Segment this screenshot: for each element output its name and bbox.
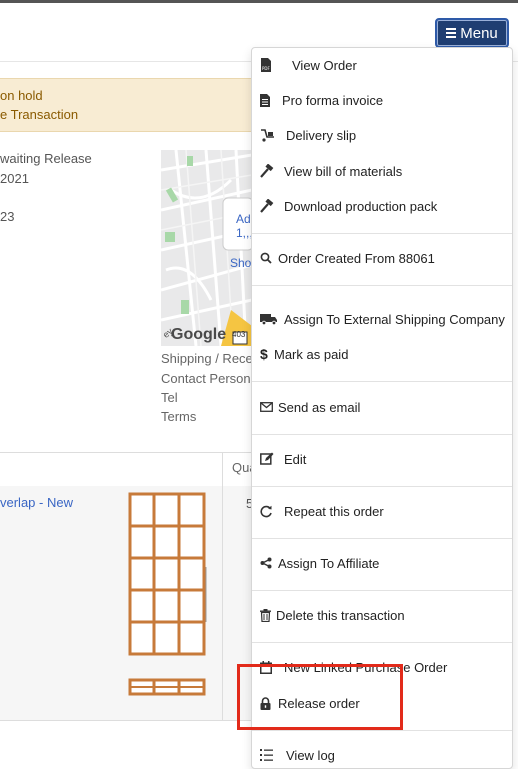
shipping-label: Shipping / Rece bbox=[161, 351, 253, 366]
menu-item-delivery-slip[interactable]: Delivery slip bbox=[260, 122, 512, 148]
menu-item-send-email[interactable]: Send as email bbox=[260, 394, 512, 420]
document-icon bbox=[260, 92, 278, 108]
menu-item-bill-of-materials[interactable]: View bill of materials bbox=[260, 158, 512, 184]
menu-button[interactable]: Menu bbox=[435, 18, 509, 48]
hammer-icon bbox=[260, 198, 278, 214]
menu-divider bbox=[252, 233, 512, 234]
hamburger-icon bbox=[446, 28, 457, 38]
trash-icon bbox=[260, 607, 272, 623]
actions-dropdown: PDF View Order Pro forma invoice Deliver… bbox=[251, 47, 513, 769]
menu-divider bbox=[252, 538, 512, 539]
menu-divider bbox=[252, 590, 512, 591]
dollar-icon: $ bbox=[260, 346, 268, 362]
menu-divider bbox=[252, 434, 512, 435]
menu-item-view-log[interactable]: View log bbox=[260, 742, 512, 768]
tel-label: Tel bbox=[161, 390, 178, 405]
terms-label: Terms bbox=[161, 409, 197, 424]
envelope-icon bbox=[260, 399, 274, 415]
map-label-sho: Sho bbox=[230, 256, 252, 270]
menu-divider bbox=[252, 486, 512, 487]
menu-divider bbox=[252, 285, 512, 286]
status-alert: on hold e Transaction bbox=[0, 78, 252, 132]
menu-button-label: Menu bbox=[460, 24, 498, 42]
repeat-icon bbox=[260, 503, 278, 519]
pdf-file-icon: PDF bbox=[260, 57, 278, 73]
delivery-icon bbox=[260, 127, 278, 143]
search-icon bbox=[260, 250, 274, 266]
map-label-ad: Ad bbox=[236, 212, 251, 226]
hammer-icon bbox=[260, 163, 278, 179]
menu-item-assign-affiliate[interactable]: Assign To Affiliate bbox=[260, 550, 512, 576]
product-image-small bbox=[128, 678, 206, 696]
order-year: 2021 bbox=[0, 171, 29, 186]
map-label-1: 1,,, bbox=[236, 226, 252, 240]
menu-item-label: Repeat this order bbox=[284, 503, 384, 519]
menu-item-view-order[interactable]: PDF View Order bbox=[260, 52, 512, 78]
menu-item-label: View Order bbox=[292, 57, 357, 73]
menu-item-repeat-order[interactable]: Repeat this order bbox=[260, 498, 512, 524]
menu-item-label: Delete this transaction bbox=[276, 607, 405, 623]
truck-icon bbox=[260, 311, 280, 327]
menu-item-order-created-from[interactable]: Order Created From 88061 bbox=[260, 245, 512, 271]
menu-item-delete-transaction[interactable]: Delete this transaction bbox=[260, 602, 512, 628]
google-logo: Google bbox=[171, 326, 227, 343]
menu-item-label: Download production pack bbox=[284, 198, 438, 214]
menu-item-label: View log bbox=[286, 747, 335, 763]
table-header bbox=[0, 452, 252, 488]
menu-item-assign-shipping[interactable]: Assign To External Shipping Company bbox=[260, 306, 512, 332]
product-image bbox=[128, 492, 207, 656]
menu-item-label: Order Created From 88061 bbox=[278, 250, 435, 266]
menu-item-label: Assign To External Shipping Company bbox=[284, 311, 505, 327]
menu-item-label: Mark as paid bbox=[274, 346, 349, 362]
menu-item-mark-as-paid[interactable]: $ Mark as paid bbox=[260, 341, 512, 367]
menu-divider bbox=[252, 730, 512, 731]
menu-item-label: View bill of materials bbox=[284, 163, 403, 179]
share-icon bbox=[260, 555, 274, 571]
order-status: waiting Release bbox=[0, 151, 92, 166]
order-number: 23 bbox=[0, 209, 15, 224]
menu-divider bbox=[252, 642, 512, 643]
list-icon bbox=[260, 747, 278, 763]
menu-item-proforma[interactable]: Pro forma invoice bbox=[260, 87, 512, 113]
table-row bbox=[0, 486, 252, 721]
menu-item-download-production-pack[interactable]: Download production pack bbox=[260, 193, 512, 219]
location-map[interactable]: Ad 1,,, Sho ey Google 403 bbox=[161, 150, 252, 346]
alert-line-2: e Transaction bbox=[0, 107, 79, 122]
contact-label: Contact Person bbox=[161, 371, 251, 386]
edit-icon bbox=[260, 451, 278, 467]
menu-item-edit[interactable]: Edit bbox=[260, 446, 512, 472]
product-link[interactable]: verlap - New bbox=[0, 495, 73, 510]
menu-item-label: Delivery slip bbox=[286, 127, 357, 143]
map-road-label: 403 bbox=[232, 330, 246, 339]
menu-divider bbox=[252, 381, 512, 382]
alert-line-1: on hold bbox=[0, 88, 43, 103]
svg-text:PDF: PDF bbox=[262, 66, 270, 71]
menu-item-label: Assign To Affiliate bbox=[278, 555, 380, 571]
menu-item-label: Edit bbox=[284, 451, 307, 467]
release-order-highlight bbox=[237, 664, 403, 730]
menu-item-label: Send as email bbox=[278, 399, 361, 415]
menu-item-label: Pro forma invoice bbox=[282, 92, 384, 108]
